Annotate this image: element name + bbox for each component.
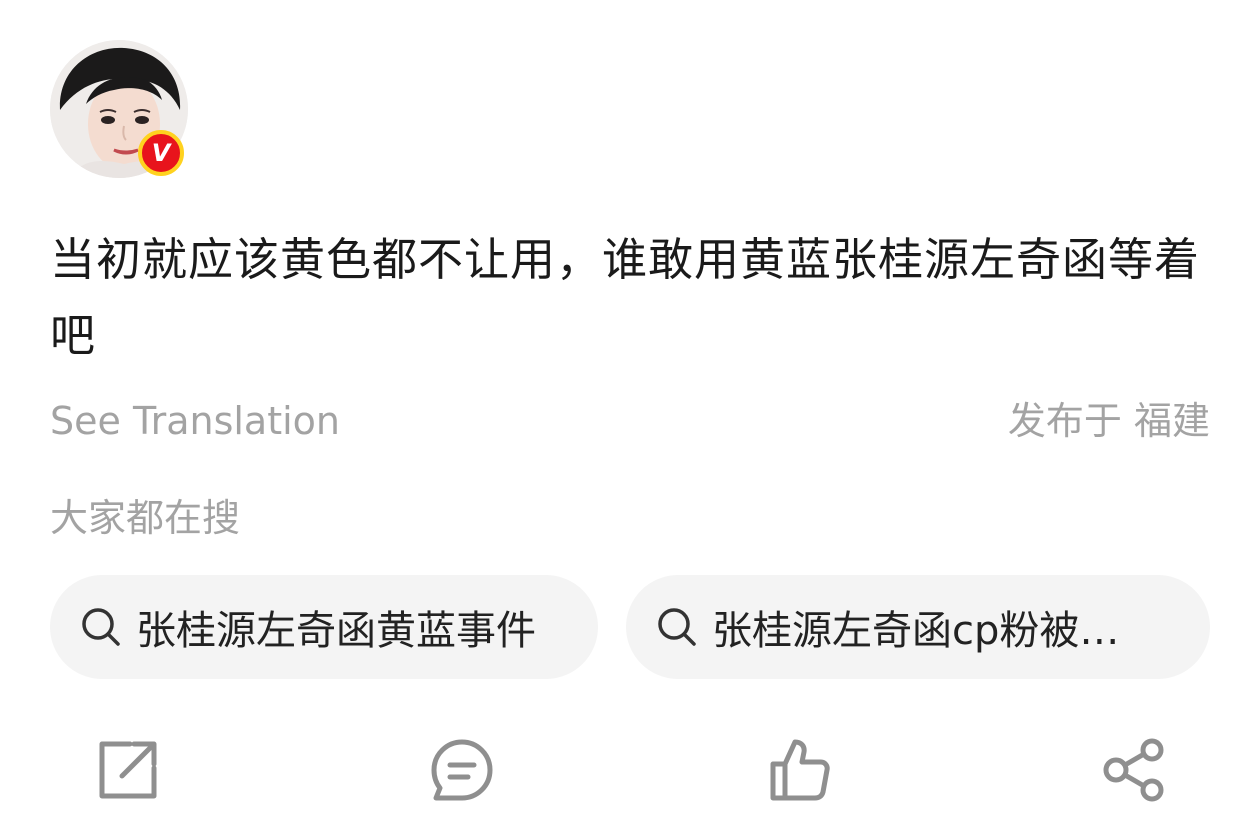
related-search-label: 张桂源左奇函黄蓝事件 [136, 608, 536, 654]
post-text: 当初就应该黄色都不让用，谁敢用黄蓝张桂源左奇函等着吧 [50, 233, 1201, 362]
related-searches-title: 大家都在搜 [50, 496, 241, 540]
post-card: V 当初就应该黄色都不让用，谁敢用黄蓝张桂源左奇函等着吧 See Transla… [0, 0, 1260, 836]
share-button[interactable] [1100, 736, 1168, 804]
comment-icon [431, 739, 493, 801]
share-icon [1103, 738, 1164, 802]
search-icon [658, 608, 696, 646]
comment-button[interactable] [428, 736, 496, 804]
like-button[interactable] [765, 736, 833, 804]
post-location: 发布于 福建 [1007, 399, 1210, 443]
related-search-label: 张桂源左奇函cp粉被… [712, 608, 1120, 654]
verified-badge-letter: V [151, 139, 171, 167]
like-icon [770, 739, 830, 801]
share-out-icon [99, 741, 157, 799]
author-avatar-container: V [50, 40, 188, 178]
share-out-button[interactable] [94, 736, 162, 804]
verified-badge: V [138, 130, 184, 176]
related-search-chip[interactable]: 张桂源左奇函黄蓝事件 [50, 575, 598, 679]
see-translation-link[interactable]: See Translation [50, 395, 340, 447]
related-search-chip[interactable]: 张桂源左奇函cp粉被… [626, 575, 1210, 679]
search-icon [82, 608, 120, 646]
